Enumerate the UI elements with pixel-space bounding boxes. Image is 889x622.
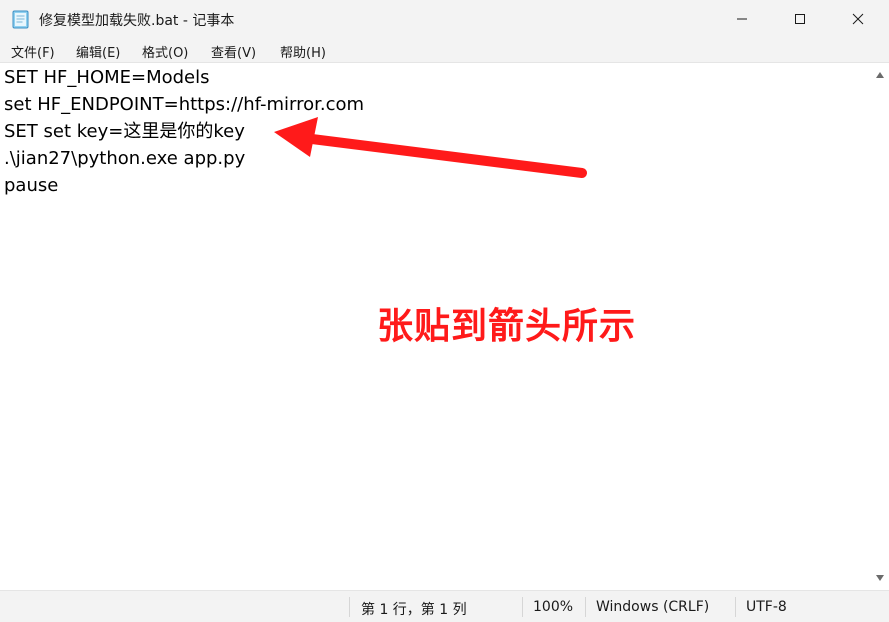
annotation-arrow [274, 117, 587, 178]
status-separator [585, 597, 586, 617]
zoom-level: 100% [533, 599, 574, 615]
minimize-icon [737, 18, 747, 20]
status-bar: 第 1 行，第 1 列 100% Windows (CRLF) UTF-8 [0, 590, 889, 622]
menu-file[interactable]: 文件(F) [11, 42, 55, 61]
cursor-position: 第 1 行，第 1 列 [361, 602, 467, 618]
title-bar[interactable]: 修复模型加载失败.bat - 记事本 [0, 0, 889, 38]
editor-line: SET HF_HOME=Models [4, 67, 210, 88]
editor-line: pause [4, 175, 59, 196]
editor-line: SET set key=这里是你的key [4, 121, 245, 142]
status-separator [522, 597, 523, 617]
close-button[interactable] [829, 0, 887, 38]
minimize-button[interactable] [713, 0, 771, 38]
scroll-up-icon[interactable] [875, 70, 885, 80]
scroll-down-icon[interactable] [875, 573, 885, 583]
menu-format[interactable]: 格式(O) [142, 42, 188, 61]
menu-view[interactable]: 查看(V) [211, 42, 256, 61]
line-ending: Windows (CRLF) [596, 599, 710, 615]
notepad-icon [12, 10, 29, 29]
status-separator [735, 597, 736, 617]
menu-edit[interactable]: 编辑(E) [76, 42, 120, 61]
encoding: UTF-8 [746, 599, 787, 615]
maximize-icon [795, 14, 805, 24]
annotation-text: 张贴到箭头所示 [377, 306, 637, 347]
maximize-button[interactable] [771, 0, 829, 38]
close-icon [852, 13, 864, 25]
editor-line: .\jian27\python.exe app.py [4, 148, 246, 169]
menu-bar: 文件(F) 编辑(E) 格式(O) 查看(V) 帮助(H) [0, 38, 889, 63]
window-title: 修复模型加载失败.bat - 记事本 [39, 13, 235, 29]
menu-help[interactable]: 帮助(H) [280, 42, 326, 61]
editor-line: set HF_ENDPOINT=https://hf-mirror.com [4, 94, 365, 115]
vertical-scrollbar[interactable] [871, 63, 889, 590]
status-separator [349, 597, 350, 617]
